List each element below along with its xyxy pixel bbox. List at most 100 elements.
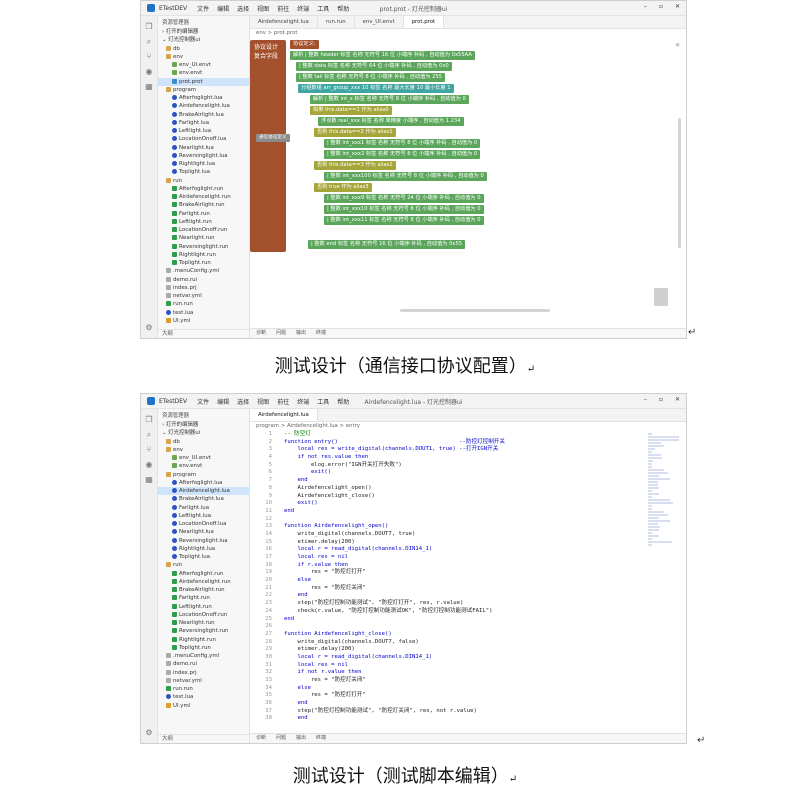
code-line[interactable]: end (284, 616, 646, 624)
code-line[interactable]: res = "防控灯打开" (284, 692, 646, 700)
open-editors-section[interactable]: › 打开的编辑器 (158, 28, 249, 36)
panel-tab[interactable]: 终端 (316, 735, 326, 741)
tree-item[interactable]: Reversinglight.run (158, 627, 249, 635)
tree-item[interactable]: index.prj (158, 284, 249, 292)
explorer-icon[interactable]: ❐ (145, 416, 153, 424)
block-teal[interactable]: 分组数组 arr_group_xxx 10 标签 名称 最大长度 10 最小长度… (298, 84, 454, 93)
editor-tab[interactable]: Airdefencelight.lua (250, 409, 318, 421)
tree-item[interactable]: Toplight.lua (158, 553, 249, 561)
tree-item[interactable]: Leftlight.lua (158, 127, 249, 135)
block-green[interactable]: | 整数 int_xxx1 标签 名称 无符号 8 位 小端序 补码 , 自动值… (324, 139, 481, 148)
tree-item[interactable]: demo.rui (158, 276, 249, 284)
tree-item[interactable]: Afterfoglight.lua (158, 94, 249, 102)
code-line[interactable]: else (284, 577, 646, 585)
code-line[interactable]: function Airdefencelight_open() (284, 523, 646, 531)
maximize-icon[interactable]: ▫ (659, 396, 663, 403)
tree-item[interactable]: Farlight.lua (158, 119, 249, 127)
menu-item[interactable]: 文件 (197, 399, 209, 406)
minimize-icon[interactable]: – (644, 3, 647, 10)
settings-gear-icon[interactable]: ⚙ (145, 729, 153, 737)
block-olive[interactable]: 否则 true 作为 alias3 (314, 183, 372, 192)
code-line[interactable]: step("防控灯控制功能测试", "防控灯打开", res, r.value) (284, 600, 646, 608)
block-olive[interactable]: 否则 this.data==2 作为 alias1 (314, 128, 396, 137)
code-line[interactable]: if not res.value then (284, 454, 646, 462)
horizontal-scrollbar[interactable] (400, 309, 550, 312)
tree-item[interactable]: demo.rui (158, 660, 249, 668)
tree-item[interactable]: netvar.yml (158, 677, 249, 685)
close-icon[interactable]: ✕ (675, 396, 680, 403)
panel-tab[interactable]: 问题 (276, 735, 286, 741)
code-line[interactable]: -- 防空灯 (284, 431, 646, 439)
code-editor[interactable]: 1 2 3 4 5 6 7 8 9 10 11 12 13 14 15 16 17 18 19 20 21 22 23 24 2… (250, 431, 686, 733)
minimap[interactable] (648, 433, 680, 546)
code-line[interactable]: check(r.value, "防控灯控制功能测试OK", "防控灯控制功能测试… (284, 608, 646, 616)
source-control-icon[interactable]: ⑂ (145, 53, 153, 61)
code-line[interactable]: local res = nil (284, 662, 646, 670)
tree-item[interactable]: Rightlight.lua (158, 545, 249, 553)
tree-item[interactable]: LocationOnoff.run (158, 226, 249, 234)
block-green[interactable]: | 整数 int_xxx2 标签 名称 无符号 8 位 小端序 补码 , 自动值… (324, 150, 481, 159)
block-red[interactable]: 协议定义: (290, 40, 319, 49)
block-green[interactable]: 浮点数 real_xxx 标签 名称 单精度 小端序 , 自动值为 1.234 (318, 117, 464, 126)
tree-item[interactable]: Nearlight.lua (158, 528, 249, 536)
code-line[interactable]: etimer.delay(200) (284, 646, 646, 654)
tree-item[interactable]: Airdefencelight.run (158, 193, 249, 201)
code-line[interactable]: end (284, 508, 646, 516)
tree-item[interactable]: db (158, 438, 249, 446)
collapse-chevron-icon[interactable]: « (675, 40, 680, 49)
breadcrumb[interactable]: env > prot.prot (250, 29, 686, 38)
tree-item[interactable]: index.prj (158, 669, 249, 677)
menu-item[interactable]: 视图 (257, 399, 269, 406)
tree-item[interactable]: UI.yml (158, 702, 249, 710)
editor-tab[interactable]: Airdefencelight.lua (250, 16, 318, 28)
tree-item[interactable]: .menuConfig.yml (158, 267, 249, 275)
menu-item[interactable]: 编辑 (217, 6, 229, 13)
source-control-icon[interactable]: ⑂ (145, 446, 153, 454)
menu-item[interactable]: 终端 (297, 399, 309, 406)
tree-item[interactable]: db (158, 45, 249, 53)
tree-item[interactable]: run.run (158, 685, 249, 693)
tree-item[interactable]: Airdefencelight.run (158, 578, 249, 586)
panel-tab[interactable]: 终端 (316, 330, 326, 336)
block-olive[interactable]: 否则 this.data==3 作为 alias2 (314, 161, 396, 170)
code-line[interactable]: end (284, 700, 646, 708)
tree-item[interactable]: netvar.yml (158, 292, 249, 300)
code-line[interactable]: Airdefencelight_open() (284, 485, 646, 493)
tree-item[interactable]: run.run (158, 300, 249, 308)
menu-item[interactable]: 选择 (237, 399, 249, 406)
code-line[interactable]: local res = write_digital(channels.DOUT1… (284, 446, 646, 454)
code-line[interactable]: res = "防控灯关闭" (284, 677, 646, 685)
tree-item[interactable]: Rightlight.lua (158, 160, 249, 168)
menu-item[interactable]: 工具 (317, 6, 329, 13)
maximize-icon[interactable]: ▫ (659, 3, 663, 10)
tree-item[interactable]: Nearlight.run (158, 619, 249, 627)
tree-item[interactable]: Rightlight.run (158, 251, 249, 259)
tree-item[interactable]: Rightlight.run (158, 636, 249, 644)
tree-item[interactable]: env (158, 53, 249, 61)
tree-item[interactable]: Reversinglight.run (158, 243, 249, 251)
outline-section[interactable]: 大纲 (158, 734, 249, 743)
block-olive[interactable]: 如果 this.data==1 作为 alias0 (310, 106, 392, 115)
tree-item[interactable]: program (158, 86, 249, 94)
menu-item[interactable]: 编辑 (217, 399, 229, 406)
code-line[interactable]: exit() (284, 469, 646, 477)
menu-item[interactable]: 视图 (257, 6, 269, 13)
tree-item[interactable]: prot.prot (158, 77, 249, 86)
tree-item[interactable]: UI.yml (158, 317, 249, 325)
tree-item[interactable]: test.lua (158, 693, 249, 701)
tree-item[interactable]: env.envt (158, 69, 249, 77)
tree-item[interactable]: Afterfoglight.lua (158, 479, 249, 487)
menu-item[interactable]: 工具 (317, 399, 329, 406)
code-line[interactable]: etimer.delay(200) (284, 539, 646, 547)
search-icon[interactable]: ⌕ (145, 431, 153, 439)
block-green[interactable]: | 整数 tail 标签 名称 无符号 8 位 小端序 补码 , 自动值为 25… (296, 73, 446, 82)
panel-tab[interactable]: 诊断 (256, 330, 266, 336)
code-line[interactable]: function Airdefencelight_close() (284, 631, 646, 639)
block-green[interactable]: | 整数 data 标签 名称 无符号 64 位 小端序 补码 , 自动值为 0… (296, 62, 452, 71)
tree-item[interactable]: Leftlight.run (158, 218, 249, 226)
tree-item[interactable]: run (158, 177, 249, 185)
code-line[interactable]: local r = read_digital(channels.DIN14_1) (284, 654, 646, 662)
debug-icon[interactable]: ◉ (145, 68, 153, 76)
code-content[interactable]: -- 防空灯 function entry() --防控灯控制开关 local r… (284, 431, 646, 723)
code-line[interactable]: res = "防控灯关闭" (284, 585, 646, 593)
